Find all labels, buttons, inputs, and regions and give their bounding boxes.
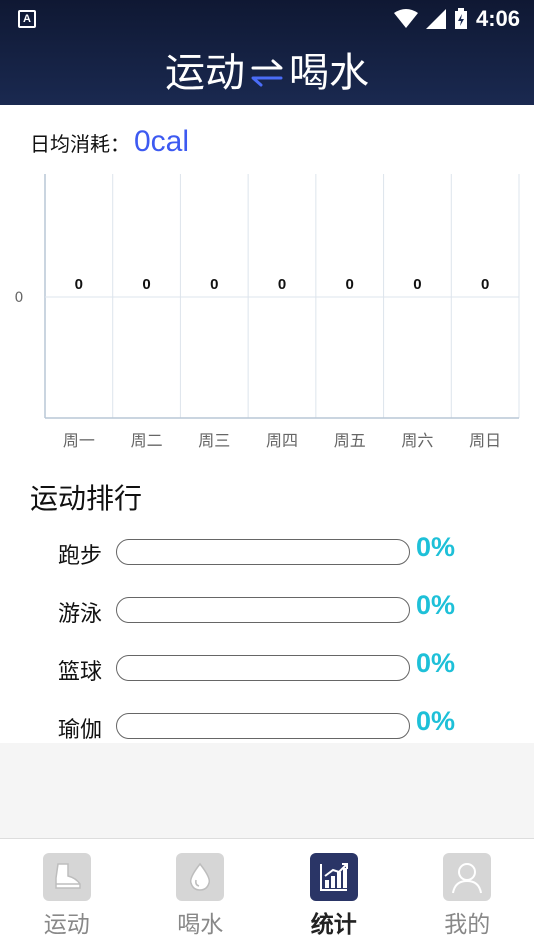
water-drop-icon — [176, 853, 225, 901]
stats-content: 日均消耗： 0cal 0 0 周一 0 周二 0 周三 0 周四 0 周五 0 周六 0 周日 运动排行 跑… — [0, 105, 534, 743]
swap-icon[interactable] — [247, 53, 287, 93]
ranking-row: 篮球 0% — [0, 648, 534, 688]
user-icon — [443, 853, 492, 901]
bar-value-label: 0 — [346, 276, 354, 293]
ranking-label: 篮球 — [58, 660, 103, 685]
status-bar: A 4:06 — [0, 0, 534, 38]
x-tick-label: 周三 — [198, 431, 230, 450]
wifi-icon — [393, 9, 418, 28]
chart-icon — [309, 853, 358, 901]
x-tick-label: 周六 — [401, 431, 433, 450]
nav-item-chart[interactable]: 统计 — [267, 839, 401, 950]
tab-water-title[interactable]: 喝水 — [289, 46, 369, 100]
status-time: 4:06 — [475, 6, 520, 31]
x-tick-label: 周二 — [131, 431, 163, 450]
nav-label: 运动 — [43, 912, 90, 938]
ranking-label: 游泳 — [58, 602, 103, 627]
nav-item-shoe[interactable]: 运动 — [0, 839, 134, 950]
nav-label: 统计 — [310, 912, 357, 938]
bar-value-label: 0 — [142, 276, 150, 293]
nav-label: 喝水 — [177, 912, 224, 938]
ranking-percent: 0% — [416, 706, 456, 736]
x-tick-label: 周五 — [334, 431, 366, 450]
ranking-progress-bar — [116, 655, 410, 681]
ranking-row: 游泳 0% — [0, 590, 534, 630]
signal-icon — [425, 9, 446, 29]
top-bar: A 4:06 运动 喝水 — [0, 0, 534, 105]
weekly-chart: 0 0 周一 0 周二 0 周三 0 周四 0 周五 0 周六 0 周日 — [15, 174, 520, 450]
nav-item-user[interactable]: 我的 — [401, 839, 534, 950]
shoe-icon — [42, 853, 91, 901]
y-tick-label: 0 — [15, 290, 24, 306]
battery-icon — [454, 8, 467, 29]
header-title: 运动 喝水 — [0, 46, 534, 100]
ranking-progress-bar — [116, 713, 410, 739]
ranking-percent: 0% — [416, 648, 456, 678]
bar-value-label: 0 — [278, 276, 286, 293]
ranking-percent: 0% — [416, 590, 456, 620]
ranking-percent: 0% — [416, 532, 456, 562]
daily-average-label: 日均消耗： — [30, 132, 130, 156]
bar-value-label: 0 — [481, 276, 489, 293]
x-tick-label: 周日 — [469, 431, 501, 450]
ranking-row: 瑜伽 0% — [0, 706, 534, 746]
ranking-row: 跑步 0% — [0, 532, 534, 572]
x-tick-label: 周一 — [63, 431, 95, 450]
ranking-progress-bar — [116, 597, 410, 623]
daily-average-value: 0cal — [134, 125, 190, 158]
tab-exercise-title[interactable]: 运动 — [165, 46, 245, 100]
bar-value-label: 0 — [75, 276, 83, 293]
status-right: 4:06 — [393, 6, 520, 32]
x-tick-label: 周四 — [266, 431, 298, 450]
notification-app-icon: A — [18, 10, 36, 28]
nav-label: 我的 — [444, 912, 491, 938]
ranking-progress-bar — [116, 539, 410, 565]
ranking-label: 跑步 — [58, 544, 103, 569]
daily-average: 日均消耗： 0cal — [30, 125, 189, 165]
ranking-label: 瑜伽 — [58, 718, 103, 743]
app-root: A 4:06 运动 喝水 日均消耗： 0cal 0 0 周一 0 周二 0 周三 0 周四 0 周五… — [0, 0, 534, 950]
ranking-title: 运动排行 — [30, 482, 143, 515]
bottom-nav: 运动 喝水 统计 我的 — [0, 838, 534, 950]
bar-value-label: 0 — [413, 276, 421, 293]
nav-item-water-drop[interactable]: 喝水 — [134, 839, 268, 950]
bar-value-label: 0 — [210, 276, 218, 293]
